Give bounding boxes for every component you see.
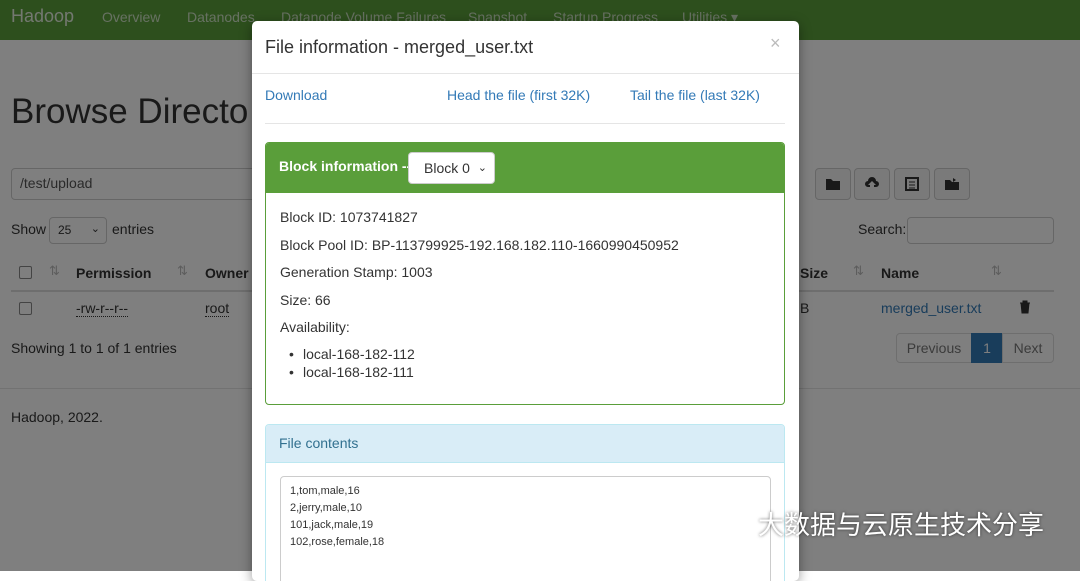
download-link[interactable]: Download: [265, 87, 327, 103]
head-file-link[interactable]: Head the file (first 32K): [447, 87, 590, 103]
datanode-item: local-168-182-112: [289, 346, 415, 362]
block-id: Block ID: 1073741827: [280, 209, 418, 225]
availability-label: Availability:: [280, 319, 350, 335]
close-icon[interactable]: ×: [770, 33, 781, 54]
chat-bubble-icon: [709, 509, 748, 537]
file-contents-heading: File contents: [266, 425, 784, 463]
file-info-modal: File information - merged_user.txt × Dow…: [252, 21, 799, 581]
file-contents-label: File contents: [279, 435, 359, 451]
block-select[interactable]: Block 0 ⌄: [408, 152, 495, 184]
content-line: 101,jack,male,19: [290, 519, 374, 531]
modal-title: File information - merged_user.txt: [265, 37, 534, 57]
modal-divider: [265, 123, 785, 124]
content-line: 1,tom,male,16: [290, 485, 360, 497]
file-contents-textarea[interactable]: 1,tom,male,16 2,jerry,male,10 101,jack,m…: [280, 476, 771, 581]
watermark-text: 大数据与云原生技术分享: [758, 510, 1045, 540]
watermark: 大数据与云原生技术分享: [708, 505, 1044, 542]
block-info-label: Block information --: [279, 158, 412, 174]
generation-stamp: Generation Stamp: 1003: [280, 264, 433, 280]
block-info-panel: Block information -- Block 0 ⌄ Block ID:…: [265, 142, 785, 405]
file-contents-panel: File contents 1,tom,male,16 2,jerry,male…: [265, 424, 785, 581]
content-line: 102,rose,female,18: [290, 536, 385, 548]
tail-file-link[interactable]: Tail the file (last 32K): [630, 87, 760, 103]
block-size: Size: 66: [280, 292, 331, 308]
content-line: 2,jerry,male,10: [290, 502, 362, 514]
chevron-down-icon: ⌄: [477, 162, 487, 174]
block-info-heading: Block information -- Block 0 ⌄: [266, 143, 784, 193]
modal-header: File information - merged_user.txt ×: [252, 21, 799, 74]
datanode-item: local-168-182-111: [289, 364, 414, 380]
block-pool-id: Block Pool ID: BP-113799925-192.168.182.…: [280, 237, 679, 253]
block-select-value: Block 0: [424, 160, 470, 176]
